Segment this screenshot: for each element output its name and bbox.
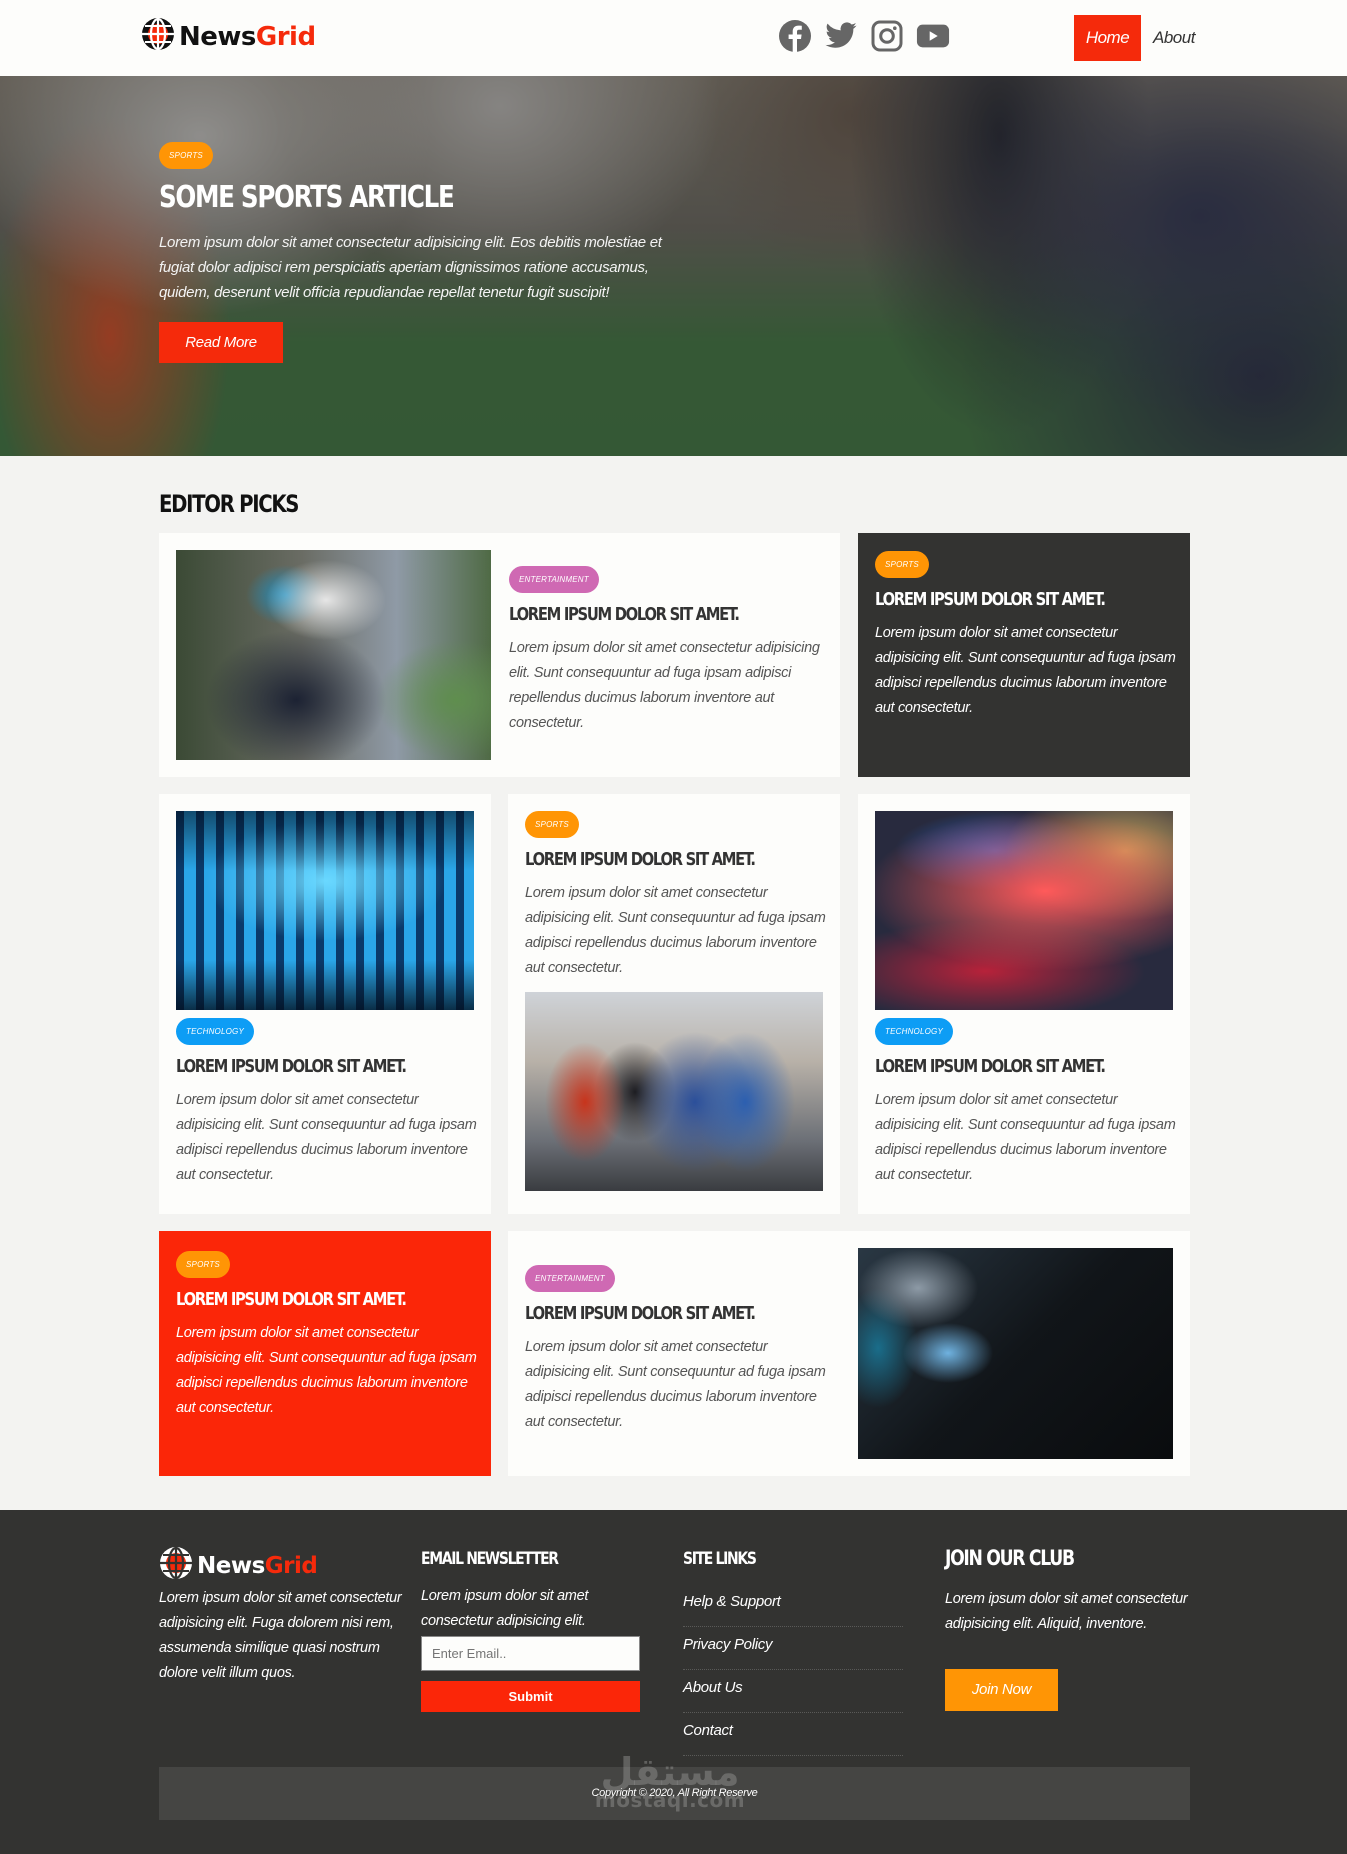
article-card[interactable]: Entertainment Lorem ipsum dolor sit amet… [508, 1231, 1190, 1476]
footer-link-contact[interactable]: Contact [683, 1713, 903, 1756]
card-text: Lorem ipsum dolor sit amet consectetur a… [176, 1092, 477, 1183]
card-text: Lorem ipsum dolor sit amet consectetur a… [525, 1339, 826, 1430]
site-header: NewsGrid Home About [0, 0, 1347, 76]
read-more-button[interactable]: Read More [159, 322, 283, 363]
site-links-list: Help & Support Privacy Policy About Us C… [683, 1584, 903, 1756]
card-text: Lorem ipsum dolor sit amet consectetur a… [875, 1092, 1176, 1183]
hero-title: Some Sports Article [159, 180, 455, 215]
copyright-bar: Copyright © 2020, All Right Reserve [159, 1767, 1190, 1820]
category-badge[interactable]: Entertainment [525, 1265, 615, 1292]
logo-part-grid: Grid [264, 1552, 318, 1579]
main-nav: Home About [1074, 15, 1207, 61]
card-text: Lorem ipsum dolor sit amet consectetur a… [509, 640, 820, 731]
join-text: Lorem ipsum dolor sit amet consectetur a… [945, 1591, 1188, 1632]
card-body: Technology Lorem ipsum dolor sit amet. L… [875, 1018, 1180, 1188]
footer-link-privacy[interactable]: Privacy Policy [683, 1627, 903, 1670]
newsletter-text: Lorem ipsum dolor sit amet consectetur a… [421, 1588, 589, 1629]
card-text: Lorem ipsum dolor sit amet consectetur a… [176, 1325, 477, 1416]
email-input[interactable] [421, 1636, 640, 1671]
article-card[interactable]: Sports Lorem ipsum dolor sit amet. Lorem… [159, 1231, 491, 1476]
article-card[interactable]: Sports Lorem ipsum dolor sit amet. Lorem… [858, 533, 1190, 777]
article-image [875, 811, 1173, 1010]
nav-home[interactable]: Home [1074, 15, 1141, 61]
youtube-icon[interactable] [916, 19, 950, 53]
site-footer: NewsGrid Lorem ipsum dolor sit amet cons… [0, 1510, 1347, 1854]
article-image [176, 811, 474, 1010]
submit-button[interactable]: Submit [421, 1681, 640, 1712]
category-badge[interactable]: Sports [176, 1251, 230, 1278]
card-body: Entertainment Lorem ipsum dolor sit amet… [509, 566, 829, 736]
logo-part-grid: Grid [255, 21, 316, 52]
article-image [858, 1248, 1173, 1459]
card-title[interactable]: Lorem ipsum dolor sit amet. [509, 604, 771, 626]
article-card[interactable]: Entertainment Lorem ipsum dolor sit amet… [159, 533, 840, 777]
globe-icon [159, 1546, 193, 1585]
hero-text: Lorem ipsum dolor sit amet consectetur a… [159, 234, 662, 301]
category-badge[interactable]: Sports [875, 551, 929, 578]
footer-link-help[interactable]: Help & Support [683, 1584, 903, 1627]
globe-icon [141, 17, 175, 56]
twitter-icon[interactable] [824, 19, 858, 53]
category-badge[interactable]: Sports [159, 142, 213, 169]
card-body: Sports Lorem ipsum dolor sit amet. Lorem… [525, 811, 830, 981]
article-image [525, 992, 823, 1191]
join-title: Join Our Club [945, 1546, 1075, 1570]
social-links [778, 19, 950, 53]
card-body: Sports Lorem ipsum dolor sit amet. Lorem… [875, 551, 1180, 721]
category-badge[interactable]: Technology [875, 1018, 954, 1045]
section-title: Editor Picks [159, 490, 299, 518]
category-badge[interactable]: Sports [525, 811, 579, 838]
site-links-title: Site Links [683, 1549, 757, 1569]
card-body: Technology Lorem ipsum dolor sit amet. L… [176, 1018, 481, 1188]
nav-about[interactable]: About [1141, 15, 1207, 61]
hero-content: Sports Some Sports Article Lorem ipsum d… [159, 142, 679, 363]
card-text: Lorem ipsum dolor sit amet consectetur a… [875, 625, 1176, 716]
card-title[interactable]: Lorem ipsum dolor sit amet. [525, 1303, 775, 1325]
card-title[interactable]: Lorem ipsum dolor sit amet. [875, 1056, 1125, 1078]
card-title[interactable]: Lorem ipsum dolor sit amet. [176, 1289, 426, 1311]
logo-part-news: News [179, 21, 256, 52]
card-title[interactable]: Lorem ipsum dolor sit amet. [525, 849, 775, 871]
copyright-text: Copyright © 2020, All Right Reserve [591, 1787, 758, 1799]
article-card[interactable]: Sports Lorem ipsum dolor sit amet. Lorem… [508, 794, 840, 1214]
hero-banner: Sports Some Sports Article Lorem ipsum d… [0, 76, 1347, 456]
article-card[interactable]: Technology Lorem ipsum dolor sit amet. L… [159, 794, 491, 1214]
category-badge[interactable]: Entertainment [509, 566, 599, 593]
article-image [176, 550, 491, 760]
logo-text: NewsGrid [179, 22, 316, 52]
card-body: Sports Lorem ipsum dolor sit amet. Lorem… [176, 1251, 481, 1421]
card-title[interactable]: Lorem ipsum dolor sit amet. [176, 1056, 426, 1078]
footer-logo[interactable]: NewsGrid [159, 1546, 318, 1585]
join-now-button[interactable]: Join Now [945, 1669, 1058, 1711]
logo-text: NewsGrid [197, 1552, 318, 1579]
instagram-icon[interactable] [870, 19, 904, 53]
logo-part-news: News [197, 1552, 265, 1579]
card-body: Entertainment Lorem ipsum dolor sit amet… [525, 1265, 830, 1435]
category-badge[interactable]: Technology [176, 1018, 255, 1045]
card-title[interactable]: Lorem ipsum dolor sit amet. [875, 589, 1125, 611]
logo[interactable]: NewsGrid [141, 17, 316, 56]
footer-link-about[interactable]: About Us [683, 1670, 903, 1713]
facebook-icon[interactable] [778, 19, 812, 53]
article-card[interactable]: Technology Lorem ipsum dolor sit amet. L… [858, 794, 1190, 1214]
footer-about-text: Lorem ipsum dolor sit amet consectetur a… [159, 1590, 402, 1681]
newsletter-title: Email Newsletter [421, 1549, 559, 1569]
card-text: Lorem ipsum dolor sit amet consectetur a… [525, 885, 826, 976]
